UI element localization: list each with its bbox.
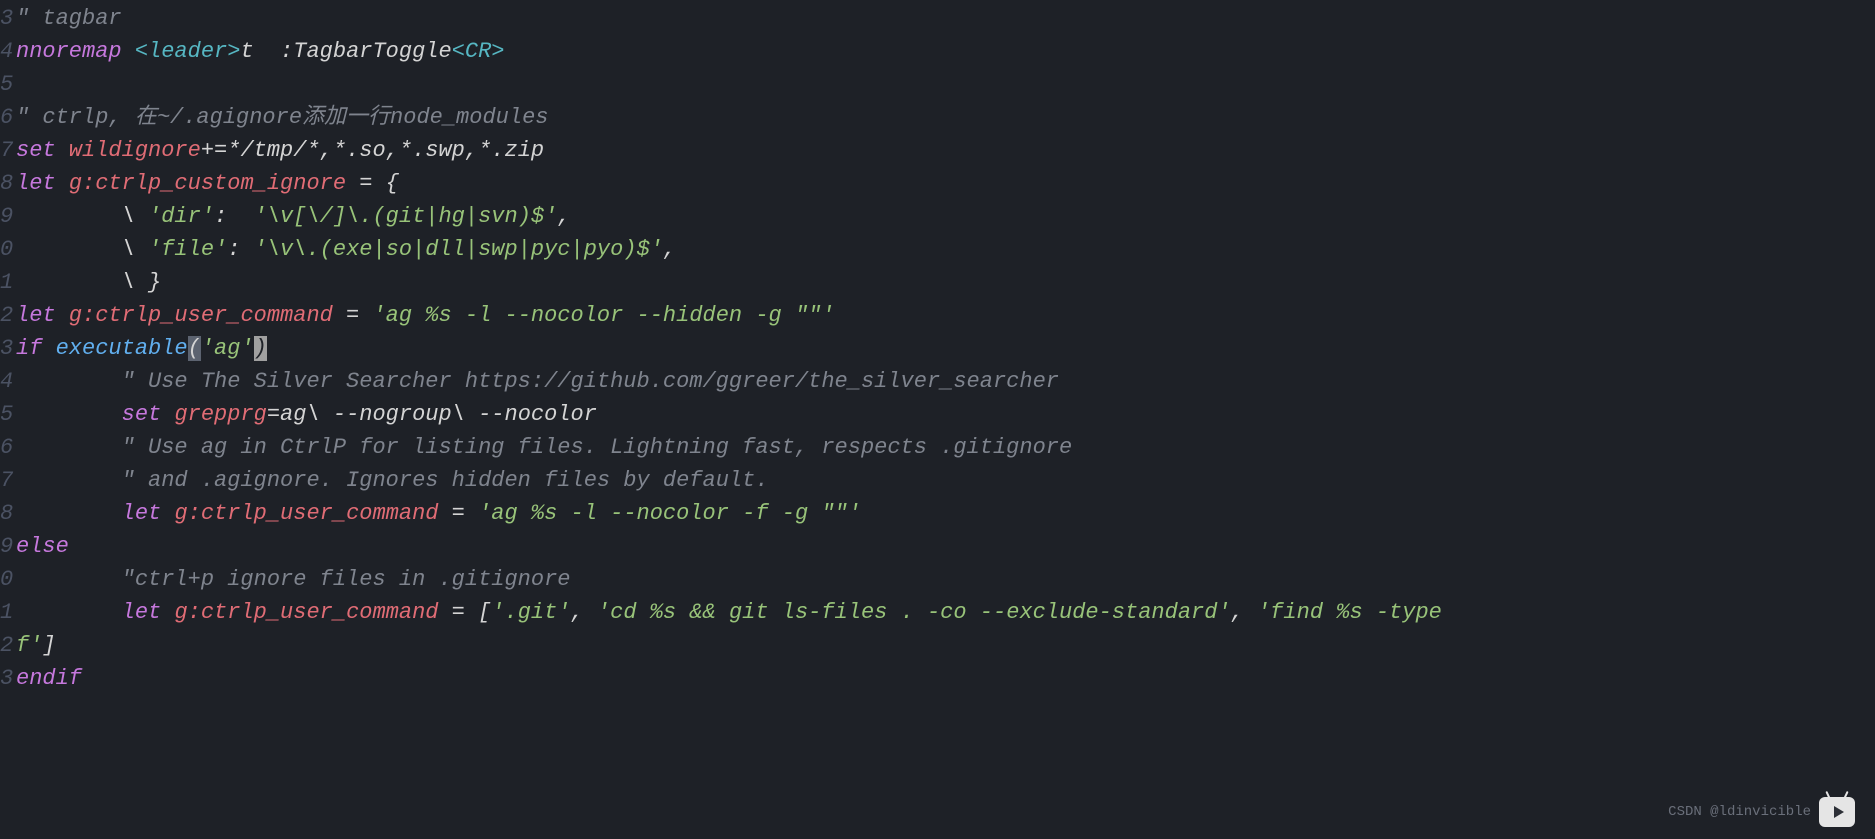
- code-line: 1 \ }: [0, 266, 1875, 299]
- var-ctrlp-user-command: g:ctrlp_user_command: [174, 600, 438, 625]
- comment: " Use ag in CtrlP for listing files. Lig…: [16, 435, 1072, 460]
- keyword-let: let: [16, 171, 56, 196]
- line-number: 6: [0, 431, 16, 464]
- var-ctrlp-user-command: g:ctrlp_user_command: [69, 303, 333, 328]
- code-line: 3 if executable('ag'): [0, 332, 1875, 365]
- regex-file: '\v\.(exe|so|dll|swp|pyc|pyo)$': [254, 237, 663, 262]
- line-number: 2: [0, 629, 16, 662]
- line-number: 1: [0, 266, 16, 299]
- watermark: CSDN @ldinvicible: [1668, 797, 1855, 827]
- line-number: 8: [0, 167, 16, 200]
- var-ctrlp-custom-ignore: g:ctrlp_custom_ignore: [69, 171, 346, 196]
- line-number: 3: [0, 2, 16, 35]
- code-line: 9 \ 'dir': '\v[\/]\.(git|hg|svn)$',: [0, 200, 1875, 233]
- line-number: 3: [0, 662, 16, 695]
- code-line: 4 " Use The Silver Searcher https://gith…: [0, 365, 1875, 398]
- code-line: 9 else: [0, 530, 1875, 563]
- line-number: 9: [0, 530, 16, 563]
- code-line: 2 f']: [0, 629, 1875, 662]
- bilibili-icon: [1819, 797, 1855, 827]
- keyword-nnoremap: nnoremap: [16, 39, 122, 64]
- watermark-text: CSDN @ldinvicible: [1668, 802, 1811, 823]
- comment: " Use The Silver Searcher https://github…: [16, 369, 1059, 394]
- dict-key-file: 'file': [148, 237, 227, 262]
- line-number: 0: [0, 563, 16, 596]
- line-number: 7: [0, 134, 16, 167]
- code-line: 0 "ctrl+p ignore files in .gitignore: [0, 563, 1875, 596]
- fn-executable: executable: [56, 336, 188, 361]
- comment: " ctrlp, 在~/.agignore添加一行node_modules: [16, 105, 548, 130]
- line-number: 2: [0, 299, 16, 332]
- code-line: 4 nnoremap <leader>t :TagbarToggle<CR>: [0, 35, 1875, 68]
- string-cd-cmd: 'cd %s && git ls-files . -co --exclude-s…: [597, 600, 1231, 625]
- string-ag: 'ag': [201, 336, 254, 361]
- cr-key: <CR>: [452, 39, 505, 64]
- code-line: 8 let g:ctrlp_custom_ignore = {: [0, 167, 1875, 200]
- comment: " and .agignore. Ignores hidden files by…: [16, 468, 769, 493]
- line-number: 0: [0, 233, 16, 266]
- var-ctrlp-user-command: g:ctrlp_user_command: [174, 501, 438, 526]
- code-line: 5 set grepprg=ag\ --nogroup\ --nocolor: [0, 398, 1875, 431]
- line-number: 8: [0, 497, 16, 530]
- code-line: 2 let g:ctrlp_user_command = 'ag %s -l -…: [0, 299, 1875, 332]
- line-number: 5: [0, 68, 16, 101]
- code-line: 3 " tagbar: [0, 2, 1875, 35]
- line-number: 9: [0, 200, 16, 233]
- comment: " tagbar: [16, 6, 122, 31]
- comment: "ctrl+p ignore files in .gitignore: [16, 567, 571, 592]
- matching-paren-open: (: [188, 336, 201, 361]
- line-number: 5: [0, 398, 16, 431]
- option-grepprg: grepprg: [174, 402, 266, 427]
- code-line: 3 endif: [0, 662, 1875, 695]
- code-line: 0 \ 'file': '\v\.(exe|so|dll|swp|pyc|pyo…: [0, 233, 1875, 266]
- dict-key-dir: 'dir': [148, 204, 214, 229]
- keyword-if: if: [16, 336, 42, 361]
- code-line: 8 let g:ctrlp_user_command = 'ag %s -l -…: [0, 497, 1875, 530]
- string-find-cmd-cont: f': [16, 633, 42, 658]
- string-git: '.git': [491, 600, 570, 625]
- keyword-let: let: [122, 600, 162, 625]
- line-number: 3: [0, 332, 16, 365]
- map-leader: <leader>: [135, 39, 241, 64]
- code-editor[interactable]: 3 " tagbar 4 nnoremap <leader>t :TagbarT…: [0, 2, 1875, 695]
- keyword-set: set: [16, 138, 56, 163]
- code-line: 7 set wildignore+=*/tmp/*,*.so,*.swp,*.z…: [0, 134, 1875, 167]
- line-number: 7: [0, 464, 16, 497]
- string-ag-cmd2: 'ag %s -l --nocolor -f -g ""': [478, 501, 861, 526]
- keyword-let: let: [16, 303, 56, 328]
- keyword-let: let: [122, 501, 162, 526]
- regex-dir: '\v[\/]\.(git|hg|svn)$': [254, 204, 558, 229]
- string-find-cmd: 'find %s -type: [1257, 600, 1455, 625]
- line-number: 6: [0, 101, 16, 134]
- line-number: 4: [0, 365, 16, 398]
- code-line: 1 let g:ctrlp_user_command = ['.git', 'c…: [0, 596, 1875, 629]
- line-number: 4: [0, 35, 16, 68]
- option-wildignore: wildignore: [69, 138, 201, 163]
- keyword-else: else: [16, 534, 69, 559]
- string-ag-cmd: 'ag %s -l --nocolor --hidden -g ""': [372, 303, 834, 328]
- code-line: 6 " ctrlp, 在~/.agignore添加一行node_modules: [0, 101, 1875, 134]
- line-number: 1: [0, 596, 16, 629]
- code-line: 6 " Use ag in CtrlP for listing files. L…: [0, 431, 1875, 464]
- keyword-set: set: [122, 402, 162, 427]
- cursor-position: ): [254, 336, 267, 361]
- keyword-endif: endif: [16, 666, 82, 691]
- code-line: 7 " and .agignore. Ignores hidden files …: [0, 464, 1875, 497]
- code-line: 5: [0, 68, 1875, 101]
